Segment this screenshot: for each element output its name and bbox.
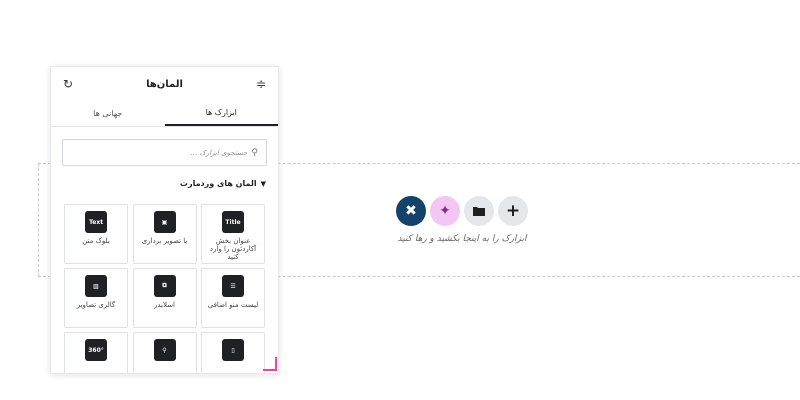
panel-tabs: جهانی ها ابزارک ها: [51, 101, 278, 127]
tab-widgets[interactable]: ابزارک ها: [164, 101, 278, 126]
widget-tile[interactable]: ⚲: [132, 332, 197, 373]
widget-tile[interactable]: ▧ گالری تصاویر: [64, 268, 128, 328]
widget-label: اسلایدر: [154, 301, 175, 309]
add-buttons-group: ✖ ✦ +: [396, 196, 528, 226]
elements-panel: ↻ المان‌ها ≑ جهانی ها ابزارک ها ⚲ المان …: [50, 66, 279, 374]
panel-header: ↻ المان‌ها ≑: [51, 67, 278, 101]
sparkle-icon: ✦: [439, 203, 451, 219]
widget-label: گالری تصاویر: [76, 301, 116, 309]
search-icon: ⚲: [251, 147, 258, 158]
gallery-icon: ▧: [85, 275, 107, 297]
widget-label: با تصویر برداری: [141, 237, 188, 245]
history-icon[interactable]: ↻: [61, 77, 75, 91]
add-section-button[interactable]: +: [498, 196, 528, 226]
widget-tile[interactable]: ☰ لیست منو اضافی: [201, 268, 265, 328]
widget-tile[interactable]: Text بلوک متن: [64, 204, 128, 264]
section-header[interactable]: المان های وردمارت ▼: [51, 179, 278, 188]
section-title: المان های وردمارت: [179, 179, 257, 188]
ai-assistant-button[interactable]: ✦: [430, 196, 460, 226]
menu-list-icon: ☰: [222, 275, 244, 297]
kit-library-button[interactable]: ✖: [396, 196, 426, 226]
panel-title: المان‌ها: [146, 78, 183, 90]
kit-x-icon: ✖: [405, 203, 417, 219]
text-block-icon: Text: [85, 211, 107, 233]
widget-label: لیست منو اضافی: [207, 301, 259, 309]
widget-tile[interactable]: 360°: [64, 332, 128, 373]
drop-hint-text: ابزارک را به اینجا بکشید و رها کنید: [397, 234, 527, 244]
widgets-grid: Title عنوان بخش آکاردئون را وارد کنید ▣ …: [51, 204, 278, 373]
search-box: ⚲: [62, 139, 267, 166]
360-view-icon: 360°: [85, 339, 107, 361]
caret-down-icon: ▼: [260, 179, 266, 188]
image-box-icon: ▣: [153, 211, 176, 233]
device-icon: ▯: [222, 339, 244, 361]
slider-icon: ⧉: [153, 275, 176, 297]
add-template-button[interactable]: [464, 196, 494, 226]
tab-globals[interactable]: جهانی ها: [51, 101, 165, 126]
resize-corner-indicator: [263, 357, 277, 371]
widget-label: بلوک متن: [82, 237, 110, 245]
widget-tile[interactable]: ⧉ اسلایدر: [132, 268, 197, 328]
widget-tile[interactable]: ▯: [201, 332, 265, 373]
folder-icon: [473, 207, 485, 216]
search-widget-icon: ⚲: [153, 339, 176, 361]
title-widget-icon: Title: [222, 211, 244, 233]
structure-toggle-icon[interactable]: ≑: [254, 77, 268, 91]
plus-icon: +: [505, 201, 521, 221]
search-input[interactable]: [87, 148, 248, 157]
widget-tile[interactable]: ▣ با تصویر برداری: [132, 204, 197, 264]
widget-tile[interactable]: Title عنوان بخش آکاردئون را وارد کنید: [201, 204, 265, 264]
widget-label: عنوان بخش آکاردئون را وارد کنید: [209, 237, 257, 261]
